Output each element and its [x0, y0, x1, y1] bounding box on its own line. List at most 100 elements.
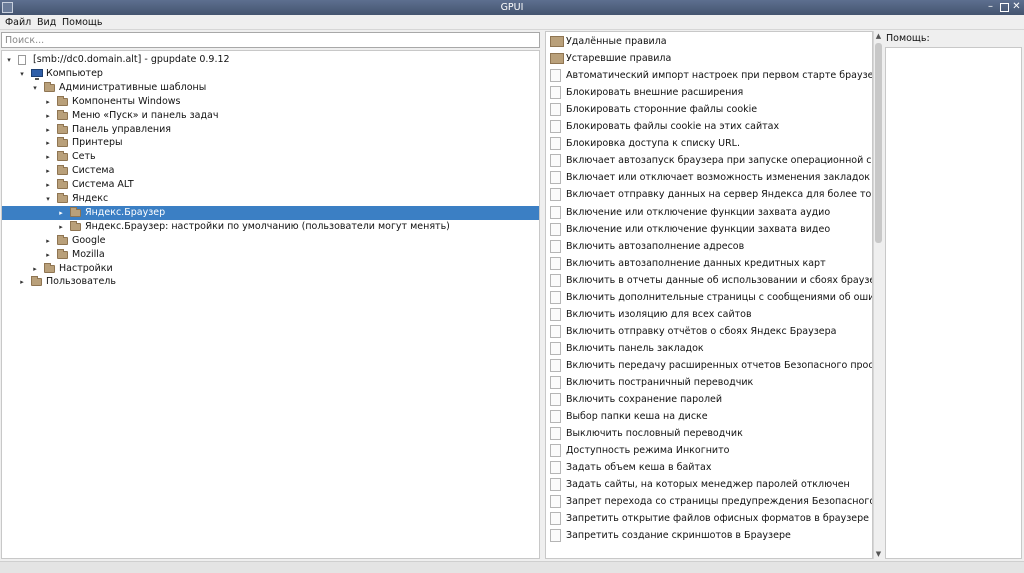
policy-item[interactable]: Запретить открытие файлов офисных формат… — [546, 510, 872, 527]
folder-icon — [57, 109, 68, 120]
close-icon[interactable]: ✕ — [1011, 2, 1022, 13]
folder-icon — [550, 53, 564, 65]
document-icon — [550, 86, 561, 100]
policy-item[interactable]: Включить дополнительные страницы с сообщ… — [546, 289, 872, 306]
policy-item-label: Блокировать сторонние файлы cookie — [566, 104, 758, 116]
collapse-arrow-icon[interactable]: ▾ — [4, 53, 14, 67]
menu-help[interactable]: Помощь — [62, 16, 102, 29]
minimize-icon[interactable]: – — [985, 2, 996, 13]
policy-item[interactable]: Включает или отключает возможность измен… — [546, 169, 872, 186]
tree-node[interactable]: ▸ Принтеры — [2, 136, 539, 150]
document-icon — [550, 154, 561, 168]
policy-item[interactable]: Выбор папки кеша на диске — [546, 408, 872, 425]
expand-arrow-icon[interactable]: ▸ — [56, 206, 66, 220]
policy-item[interactable]: Включить передачу расширенных отчетов Бе… — [546, 357, 872, 374]
policy-item[interactable]: Доступность режима Инкогнито — [546, 442, 872, 459]
tree-node[interactable]: ▸ Меню «Пуск» и панель задач — [2, 109, 539, 123]
expand-arrow-icon[interactable]: ▸ — [43, 164, 53, 178]
policy-item[interactable]: Выключить пословный переводчик — [546, 425, 872, 442]
tree-node[interactable]: ▾ Яндекс — [2, 192, 539, 206]
expand-arrow-icon[interactable]: ▸ — [43, 178, 53, 192]
policy-item[interactable]: Блокировка доступа к списку URL. — [546, 135, 872, 152]
tree-node[interactable]: ▸ Google — [2, 234, 539, 248]
policy-item-label: Включение или отключение функции захвата… — [566, 206, 831, 218]
policy-item[interactable]: Запрет перехода со страницы предупрежден… — [546, 493, 872, 510]
policy-item[interactable]: Включает отправку данных на сервер Яндек… — [546, 186, 872, 203]
tree-node[interactable]: ▸ Компоненты Windows — [2, 95, 539, 109]
expand-arrow-icon[interactable]: ▸ — [43, 234, 53, 248]
tree-node[interactable]: ▸ Mozilla — [2, 248, 539, 262]
policy-item-label: Выключить пословный переводчик — [566, 428, 743, 440]
menu-file[interactable]: Файл — [5, 16, 31, 29]
policy-item[interactable]: Запретить создание скриншотов в Браузере — [546, 527, 872, 544]
policy-item-label: Автоматический импорт настроек при перво… — [566, 70, 872, 82]
policy-item-label: Включает или отключает возможность измен… — [566, 172, 871, 184]
policy-tree[interactable]: ▾ [smb://dc0.domain.alt] - gpupdate 0.9.1… — [1, 50, 540, 559]
expand-arrow-icon[interactable]: ▸ — [30, 262, 40, 276]
policy-item[interactable]: Включить панель закладок — [546, 340, 872, 357]
tree-node[interactable]: ▾ Компьютер — [2, 67, 539, 81]
policy-list-scrollbar[interactable]: ▲ ▼ — [873, 31, 883, 559]
policy-item[interactable]: Включить постраничный переводчик — [546, 374, 872, 391]
document-icon — [550, 120, 561, 134]
policy-item-label: Запрет перехода со страницы предупрежден… — [566, 496, 872, 508]
collapse-arrow-icon[interactable]: ▾ — [17, 67, 27, 81]
policy-item[interactable]: Задать объем кеша в байтах — [546, 459, 872, 476]
policy-item[interactable]: Включить сохранение паролей — [546, 391, 872, 408]
expand-arrow-icon[interactable]: ▸ — [43, 95, 53, 109]
tree-node[interactable]: ▸ Яндекс.Браузер: настройки по умолчанию … — [2, 220, 539, 234]
policy-item[interactable]: Включить автозаполнение адресов — [546, 238, 872, 255]
folder-icon — [57, 193, 68, 203]
policy-item[interactable]: Включить в отчеты данные об использовани… — [546, 272, 872, 289]
expand-arrow-icon[interactable]: ▸ — [56, 220, 66, 234]
expand-arrow-icon[interactable]: ▸ — [43, 248, 53, 262]
expand-arrow-icon[interactable]: ▸ — [43, 123, 53, 137]
window-menu-icon[interactable] — [2, 2, 13, 13]
document-icon — [550, 478, 561, 492]
policy-item-label: Блокировка доступа к списку URL. — [566, 138, 740, 150]
tree-node-label: Настройки — [59, 262, 113, 274]
scroll-up-icon[interactable]: ▲ — [874, 31, 883, 41]
maximize-icon[interactable] — [1000, 3, 1009, 12]
policy-item[interactable]: Включить отправку отчётов о сбоях Яндекс… — [546, 323, 872, 340]
policy-item[interactable]: Включает автозапуск браузера при запуске… — [546, 152, 872, 169]
tree-node[interactable]: ▾ Административные шаблоны — [2, 81, 539, 95]
expand-arrow-icon[interactable]: ▸ — [17, 275, 27, 289]
policy-item[interactable]: Включить изоляцию для всех сайтов — [546, 306, 872, 323]
policy-item[interactable]: Блокировать внешние расширения — [546, 84, 872, 101]
scrollbar-thumb[interactable] — [875, 43, 882, 243]
policy-list[interactable]: Удалённые правила Устаревшие правила Автом… — [545, 31, 873, 559]
expand-arrow-icon[interactable]: ▸ — [43, 150, 53, 164]
policy-item[interactable]: Блокировать файлы cookie на этих сайтах — [546, 118, 872, 135]
policy-item-label: Запретить создание скриншотов в Браузере — [566, 530, 791, 542]
policy-item-label: Включить передачу расширенных отчетов Бе… — [566, 359, 872, 371]
tree-node[interactable]: ▸ Система ALT — [2, 178, 539, 192]
tree-node[interactable]: ▸ Настройки — [2, 262, 539, 276]
menu-view[interactable]: Вид — [37, 16, 56, 29]
policy-item-label: Включить панель закладок — [566, 342, 704, 354]
policy-item[interactable]: Включение или отключение функции захвата… — [546, 221, 872, 238]
policy-item[interactable]: Включить автозаполнение данных кредитных… — [546, 255, 872, 272]
collapse-arrow-icon[interactable]: ▾ — [43, 192, 53, 206]
policy-item[interactable]: Включение или отключение функции захвата… — [546, 204, 872, 221]
tree-node[interactable]: ▸ Сеть — [2, 150, 539, 164]
policy-item[interactable]: Автоматический импорт настроек при перво… — [546, 67, 872, 84]
tree-node[interactable]: ▸ Система — [2, 164, 539, 178]
expand-arrow-icon[interactable]: ▸ — [43, 136, 53, 150]
folder-icon — [44, 262, 55, 273]
folder-icon — [44, 81, 55, 92]
tree-node[interactable]: ▸ Панель управления — [2, 123, 539, 137]
tree-node[interactable]: ▸ Яндекс.Браузер — [2, 205, 539, 220]
policy-item[interactable]: Задать сайты, на которых менеджер пароле… — [546, 476, 872, 493]
policy-item[interactable]: Блокировать сторонние файлы cookie — [546, 101, 872, 118]
tree-node[interactable]: ▾ [smb://dc0.domain.alt] - gpupdate 0.9.1… — [2, 53, 539, 67]
search-input[interactable] — [1, 32, 540, 48]
scroll-down-icon[interactable]: ▼ — [874, 549, 883, 559]
tree-node[interactable]: ▸ Пользователь — [2, 275, 539, 289]
policy-item-label: Включить в отчеты данные об использовани… — [566, 274, 872, 286]
policy-item[interactable]: Устаревшие правила — [546, 50, 872, 67]
policy-item-label: Задать объем кеша в байтах — [566, 462, 712, 474]
collapse-arrow-icon[interactable]: ▾ — [30, 81, 40, 95]
policy-item[interactable]: Удалённые правила — [546, 33, 872, 50]
expand-arrow-icon[interactable]: ▸ — [43, 109, 53, 123]
